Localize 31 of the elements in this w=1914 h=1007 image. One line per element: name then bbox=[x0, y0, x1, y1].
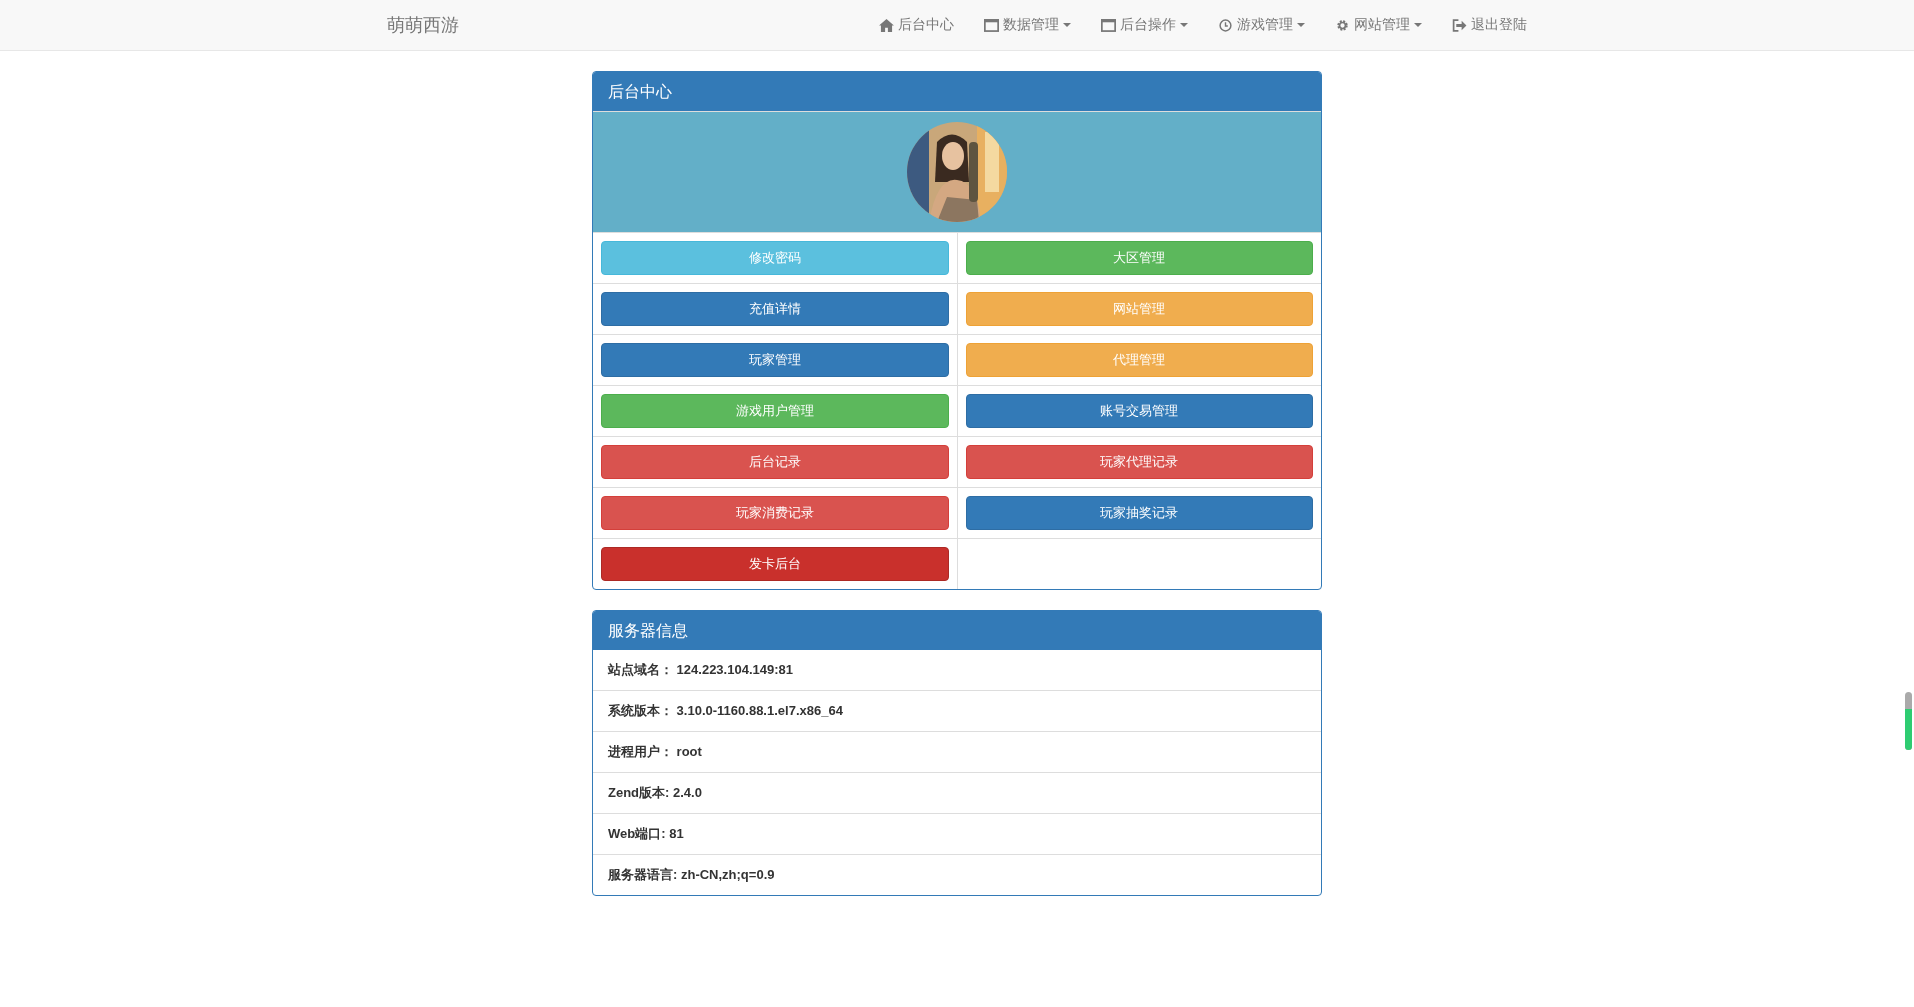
info-text: 站点域名： 124.223.104.149:81 bbox=[607, 661, 794, 679]
info-text: Zend版本: 2.4.0 bbox=[593, 772, 1321, 813]
clock-icon bbox=[1218, 18, 1233, 32]
nav-link[interactable]: 数据管理 bbox=[984, 16, 1071, 34]
menu-button[interactable]: 玩家消费记录 bbox=[601, 496, 949, 530]
nav-link[interactable]: 后台操作 bbox=[1101, 16, 1188, 34]
home-icon bbox=[879, 18, 894, 32]
logout-icon bbox=[1452, 18, 1467, 32]
nav-link[interactable]: 游戏管理 bbox=[1218, 16, 1305, 34]
window-icon bbox=[1101, 18, 1116, 32]
panel-title: 服务器信息 bbox=[593, 611, 1321, 650]
menu-button[interactable]: 大区管理 bbox=[965, 241, 1313, 275]
menu-button[interactable]: 玩家抽奖记录 bbox=[965, 496, 1313, 530]
gear-icon bbox=[1335, 18, 1350, 32]
nav-link[interactable]: 退出登陆 bbox=[1452, 16, 1527, 34]
menu-button[interactable]: 后台记录 bbox=[601, 445, 949, 479]
brand-link[interactable]: 萌萌西游 bbox=[387, 13, 459, 37]
nav-link[interactable]: 网站管理 bbox=[1335, 16, 1422, 34]
menu-button[interactable]: 玩家代理记录 bbox=[965, 445, 1313, 479]
info-text: 服务器语言: zh-CN,zh;q=0.9 bbox=[593, 854, 1321, 895]
menu-button[interactable]: 游戏用户管理 bbox=[601, 394, 949, 428]
info-text: 系统版本： 3.10.0-1160.88.1.el7.x86_64 bbox=[593, 690, 1321, 731]
menu-button[interactable]: 账号交易管理 bbox=[965, 394, 1313, 428]
menu-button[interactable]: 充值详情 bbox=[601, 292, 949, 326]
menu-button[interactable]: 发卡后台 bbox=[601, 547, 949, 581]
info-text: Web端口: 81 bbox=[593, 813, 1321, 854]
menu-button[interactable]: 玩家管理 bbox=[601, 343, 949, 377]
panel-title: 后台中心 bbox=[593, 72, 1321, 111]
info-text: 进程用户： root bbox=[593, 731, 1321, 772]
nav-link[interactable]: 后台中心 bbox=[879, 16, 954, 34]
window-icon bbox=[984, 18, 999, 32]
